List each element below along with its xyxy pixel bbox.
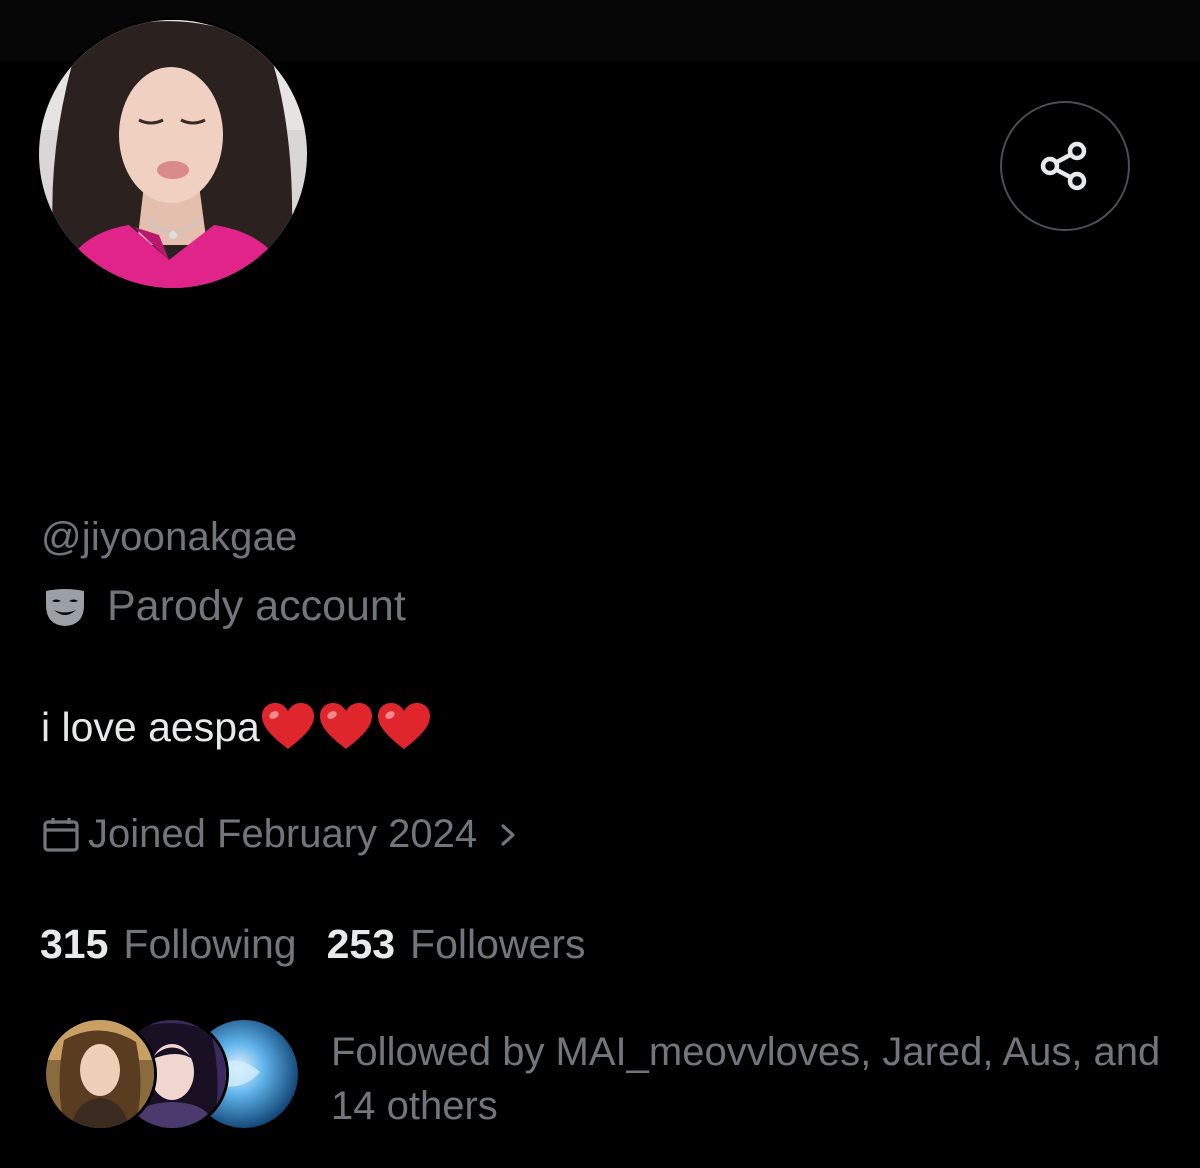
calendar-icon xyxy=(43,817,79,852)
mask-icon xyxy=(46,588,84,626)
profile-stats: 315 Following 253 Followers xyxy=(40,921,585,968)
heart-emoji-icon xyxy=(261,703,314,749)
parody-label-text: Parody account xyxy=(107,582,406,630)
follower-photo xyxy=(46,1020,154,1128)
chevron-right-icon xyxy=(501,823,515,846)
followers-link[interactable]: 253 Followers xyxy=(327,921,586,968)
share-button[interactable] xyxy=(1000,101,1130,231)
heart-emoji-icon xyxy=(319,703,372,749)
bio-text: i love aespa xyxy=(41,703,260,750)
profile-avatar[interactable] xyxy=(39,20,307,288)
profile-handle: @jiyoonakgae xyxy=(41,515,298,559)
profile-photo xyxy=(39,20,307,288)
share-icon xyxy=(1040,141,1087,191)
profile-bio: i love aespa xyxy=(41,702,432,752)
joined-date-text: Joined February 2024 xyxy=(88,812,478,856)
followers-label: Followers xyxy=(410,921,586,967)
followed-by-avatars[interactable] xyxy=(46,1020,298,1128)
following-label: Following xyxy=(123,921,297,967)
parody-label: Parody account xyxy=(44,582,406,631)
joined-date[interactable]: Joined February 2024 xyxy=(42,812,521,857)
heart-emoji-icon xyxy=(377,703,430,749)
follower-avatar xyxy=(46,1020,154,1128)
followers-count: 253 xyxy=(326,921,396,967)
following-link[interactable]: 315 Following xyxy=(40,921,297,968)
following-count: 315 xyxy=(40,921,109,967)
followed-by-text[interactable]: Followed by MAI_meovvloves, Jared, Aus, … xyxy=(331,1025,1171,1133)
